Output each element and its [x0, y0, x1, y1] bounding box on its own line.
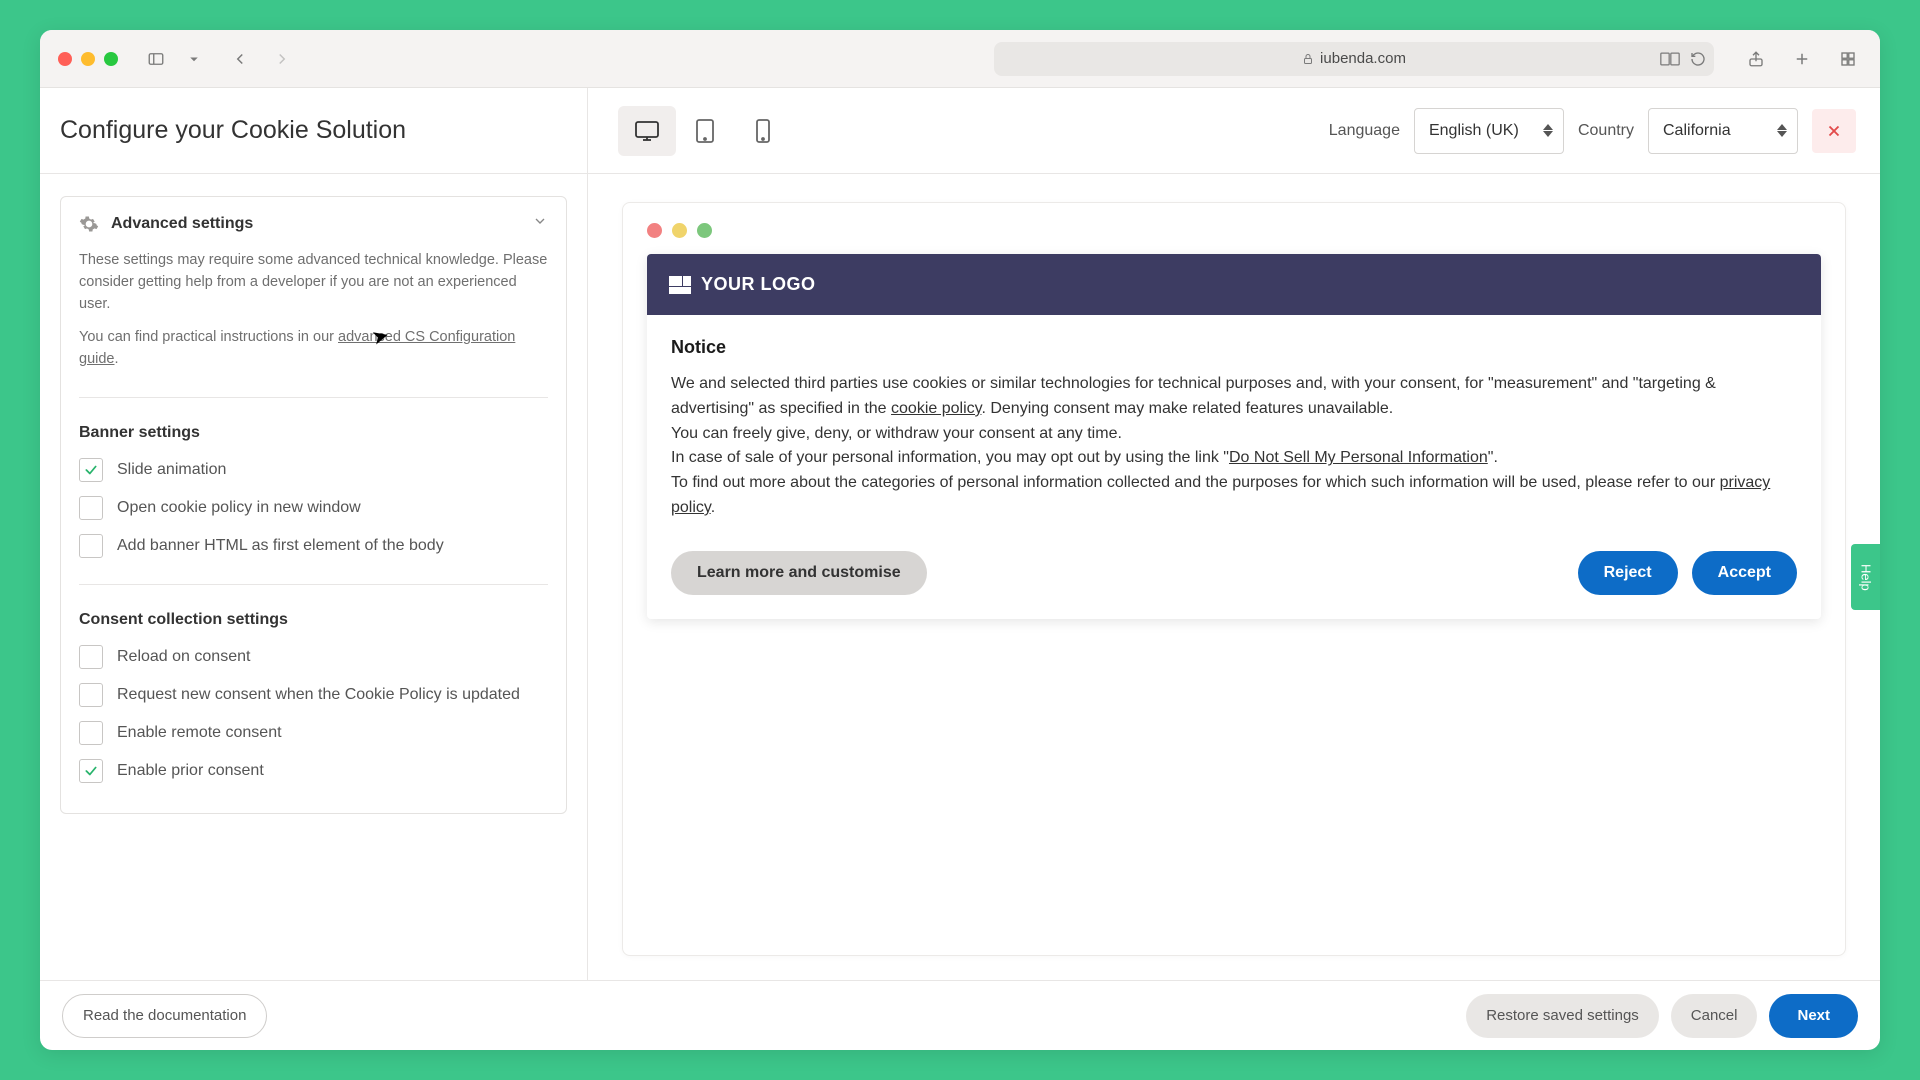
banner-setting-label: Open cookie policy in new window — [117, 496, 361, 519]
preview-area: YOUR LOGO Notice We and selected third p… — [588, 174, 1880, 980]
banner-setting-label: Add banner HTML as first element of the … — [117, 534, 444, 557]
app-header: Configure your Cookie Solution Language — [40, 88, 1880, 174]
next-button[interactable]: Next — [1769, 994, 1858, 1038]
banner-settings-heading: Banner settings — [79, 424, 548, 442]
banner-setting-row: Add banner HTML as first element of the … — [79, 534, 548, 558]
sidebar-toggle-icon[interactable] — [142, 45, 170, 73]
dropdown-icon[interactable] — [180, 45, 208, 73]
address-bar[interactable]: iubenda.com — [994, 42, 1714, 76]
advanced-description: These settings may require some advanced… — [79, 250, 548, 315]
close-button[interactable] — [1812, 109, 1856, 153]
consent-setting-label: Enable prior consent — [117, 759, 264, 782]
logo-icon — [669, 276, 691, 294]
nav-back-icon[interactable] — [226, 45, 254, 73]
preview-window-controls — [647, 223, 1821, 238]
gear-icon — [79, 214, 99, 234]
device-desktop-button[interactable] — [618, 106, 676, 156]
consent-setting-row: Reload on consent — [79, 645, 548, 669]
chevron-down-icon — [532, 213, 548, 234]
consent-settings-heading: Consent collection settings — [79, 611, 548, 629]
select-caret-icon — [1543, 124, 1553, 137]
help-tab[interactable]: Help — [1851, 544, 1880, 610]
preview-maximize-icon — [697, 223, 712, 238]
window-controls — [58, 52, 118, 66]
nav-forward-icon[interactable] — [268, 45, 296, 73]
banner-setting-row: Slide animation — [79, 458, 548, 482]
reload-icon[interactable] — [1690, 51, 1706, 67]
banner-setting-checkbox[interactable] — [79, 496, 103, 520]
minimize-window-icon[interactable] — [81, 52, 95, 66]
close-window-icon[interactable] — [58, 52, 72, 66]
banner-setting-checkbox[interactable] — [79, 458, 103, 482]
cookie-notice: YOUR LOGO Notice We and selected third p… — [647, 254, 1821, 619]
consent-setting-checkbox[interactable] — [79, 721, 103, 745]
browser-toolbar: iubenda.com — [40, 30, 1880, 88]
country-select[interactable]: California — [1648, 108, 1798, 154]
advanced-settings-toggle[interactable]: Advanced settings — [79, 213, 548, 234]
notice-title: Notice — [671, 337, 1797, 358]
restore-settings-button[interactable]: Restore saved settings — [1466, 994, 1659, 1038]
footer-bar: Read the documentation Restore saved set… — [40, 980, 1880, 1050]
reader-icon[interactable] — [1660, 52, 1680, 66]
accept-button[interactable]: Accept — [1692, 551, 1797, 595]
country-label: Country — [1578, 122, 1634, 140]
preview-close-icon — [647, 223, 662, 238]
preview-minimize-icon — [672, 223, 687, 238]
device-mobile-button[interactable] — [734, 106, 792, 156]
language-select[interactable]: English (UK) — [1414, 108, 1564, 154]
language-label: Language — [1329, 122, 1400, 140]
consent-setting-label: Enable remote consent — [117, 721, 282, 744]
notice-text: We and selected third parties use cookie… — [671, 372, 1797, 521]
select-caret-icon — [1777, 124, 1787, 137]
notice-logo-bar: YOUR LOGO — [647, 254, 1821, 315]
advanced-guide-text: You can find practical instructions in o… — [79, 327, 548, 371]
new-tab-icon[interactable] — [1788, 45, 1816, 73]
learn-more-button[interactable]: Learn more and customise — [671, 551, 927, 595]
consent-setting-checkbox[interactable] — [79, 645, 103, 669]
consent-setting-checkbox[interactable] — [79, 759, 103, 783]
banner-setting-checkbox[interactable] — [79, 534, 103, 558]
maximize-window-icon[interactable] — [104, 52, 118, 66]
consent-setting-checkbox[interactable] — [79, 683, 103, 707]
reject-button[interactable]: Reject — [1578, 551, 1678, 595]
browser-window: iubenda.com Configure your Cookie Soluti… — [40, 30, 1880, 1050]
address-text: iubenda.com — [1320, 50, 1406, 67]
cookie-policy-link[interactable]: cookie policy — [891, 400, 981, 417]
settings-sidebar: Advanced settings These settings may req… — [40, 174, 588, 980]
preview-window: YOUR LOGO Notice We and selected third p… — [622, 202, 1846, 956]
share-icon[interactable] — [1742, 45, 1770, 73]
banner-setting-label: Slide animation — [117, 458, 226, 481]
read-docs-button[interactable]: Read the documentation — [62, 994, 267, 1038]
tab-overview-icon[interactable] — [1834, 45, 1862, 73]
dnsmpi-link[interactable]: Do Not Sell My Personal Information — [1229, 449, 1488, 466]
device-tablet-button[interactable] — [676, 106, 734, 156]
consent-setting-row: Enable prior consent — [79, 759, 548, 783]
banner-setting-row: Open cookie policy in new window — [79, 496, 548, 520]
page-title: Configure your Cookie Solution — [60, 116, 406, 145]
consent-setting-label: Reload on consent — [117, 645, 250, 668]
consent-setting-label: Request new consent when the Cookie Poli… — [117, 683, 520, 706]
cancel-button[interactable]: Cancel — [1671, 994, 1758, 1038]
consent-setting-row: Request new consent when the Cookie Poli… — [79, 683, 548, 707]
consent-setting-row: Enable remote consent — [79, 721, 548, 745]
lock-icon — [1302, 52, 1314, 66]
